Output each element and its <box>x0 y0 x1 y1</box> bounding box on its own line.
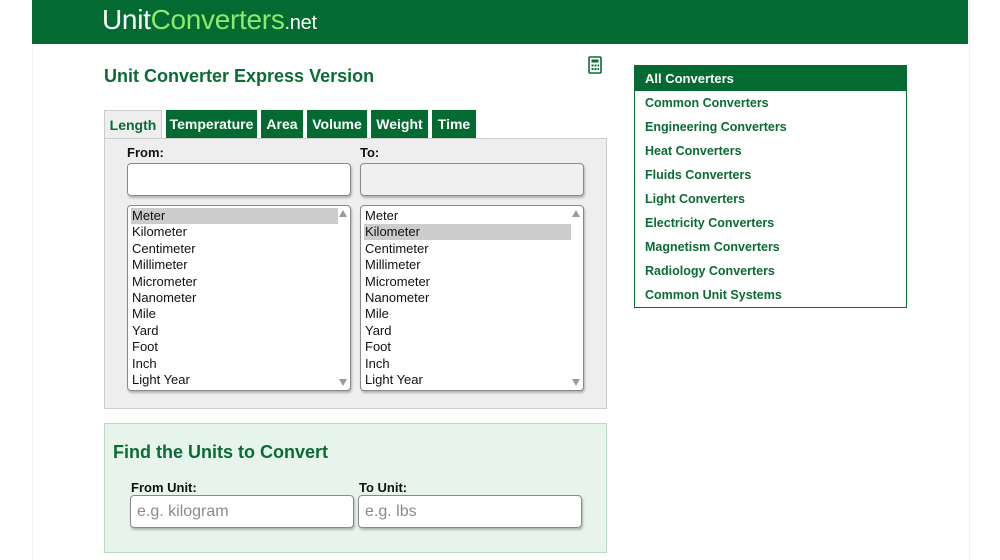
unit-option[interactable]: Foot <box>131 339 338 355</box>
unit-option[interactable]: Light Year <box>364 372 571 388</box>
unit-option[interactable]: Nanometer <box>364 290 571 306</box>
find-units-title: Find the Units to Convert <box>113 442 328 462</box>
scroll-up-icon[interactable] <box>339 210 347 217</box>
sidebar-item-electricity-converters[interactable]: Electricity Converters <box>645 216 774 230</box>
from-unit-label: From Unit: <box>131 480 197 495</box>
unit-option[interactable]: Meter <box>364 208 571 224</box>
calculator-icon[interactable] <box>588 56 602 74</box>
from-value-input[interactable] <box>127 163 351 196</box>
unit-option[interactable]: Mile <box>131 306 338 322</box>
site-logo[interactable]: UnitConverters.net <box>102 4 317 36</box>
unit-option[interactable]: Millimeter <box>131 257 338 273</box>
scroll-up-icon[interactable] <box>572 210 580 217</box>
tab-time[interactable]: Time <box>432 110 476 138</box>
unit-option[interactable]: Light Year <box>131 372 338 388</box>
unit-option[interactable]: Foot <box>364 339 571 355</box>
sidebar-item-light-converters[interactable]: Light Converters <box>645 192 745 206</box>
unit-option[interactable]: Meter <box>131 208 338 224</box>
find-units-panel: Find the Units to Convert From Unit: To … <box>104 423 607 553</box>
to-unit-label: To Unit: <box>359 480 408 495</box>
sidebar-item-fluids-converters[interactable]: Fluids Converters <box>645 168 751 182</box>
page-title: Unit Converter Express Version <box>104 66 375 86</box>
tab-area[interactable]: Area <box>261 110 303 138</box>
site-header: UnitConverters.net <box>32 0 968 44</box>
scroll-down-icon[interactable] <box>572 379 580 386</box>
unit-option[interactable]: Kilometer <box>364 224 571 241</box>
tab-weight[interactable]: Weight <box>371 110 428 138</box>
to-label: To: <box>360 145 380 160</box>
unit-option[interactable]: Yard <box>131 323 338 339</box>
unit-option[interactable]: Inch <box>131 356 338 372</box>
unit-option[interactable]: Inch <box>364 356 571 372</box>
unit-option[interactable]: Mile <box>364 306 571 322</box>
unit-option[interactable]: Micrometer <box>131 274 338 290</box>
unit-option[interactable]: Millimeter <box>364 257 571 273</box>
all-converters-heading[interactable]: All Converters <box>635 66 906 91</box>
unit-option[interactable]: Nanometer <box>131 290 338 306</box>
sidebar-item-common-unit-systems[interactable]: Common Unit Systems <box>645 288 782 302</box>
scroll-down-icon[interactable] <box>339 379 347 386</box>
tab-volume[interactable]: Volume <box>307 110 367 138</box>
unit-option[interactable]: Centimeter <box>131 241 338 257</box>
unit-option[interactable]: Kilometer <box>131 224 338 240</box>
from-unit-list[interactable]: Meter Kilometer Centimeter Millimeter Microm… <box>127 205 351 391</box>
converter-panel: From: To: Meter Kilometer Centimeter Millim… <box>104 138 607 409</box>
unit-option[interactable]: Centimeter <box>364 241 571 257</box>
to-value-output <box>360 163 584 196</box>
unit-option[interactable]: Micrometer <box>364 274 571 290</box>
from-label: From: <box>127 145 164 160</box>
from-unit-search-input[interactable] <box>130 495 354 528</box>
tab-temperature[interactable]: Temperature <box>166 110 257 138</box>
sidebar-item-magnetism-converters[interactable]: Magnetism Converters <box>645 240 780 254</box>
sidebar-item-heat-converters[interactable]: Heat Converters <box>645 144 742 158</box>
unit-option[interactable]: Yard <box>364 323 571 339</box>
sidebar-item-common-converters[interactable]: Common Converters <box>645 96 769 110</box>
to-unit-list[interactable]: Meter Kilometer Centimeter Millimeter Microm… <box>360 205 584 391</box>
sidebar-item-radiology-converters[interactable]: Radiology Converters <box>645 264 775 278</box>
all-converters-sidebar: All Converters Common Converters Enginee… <box>634 65 907 308</box>
to-unit-search-input[interactable] <box>358 495 582 528</box>
tab-length[interactable]: Length <box>104 110 162 140</box>
sidebar-item-engineering-converters[interactable]: Engineering Converters <box>645 120 787 134</box>
